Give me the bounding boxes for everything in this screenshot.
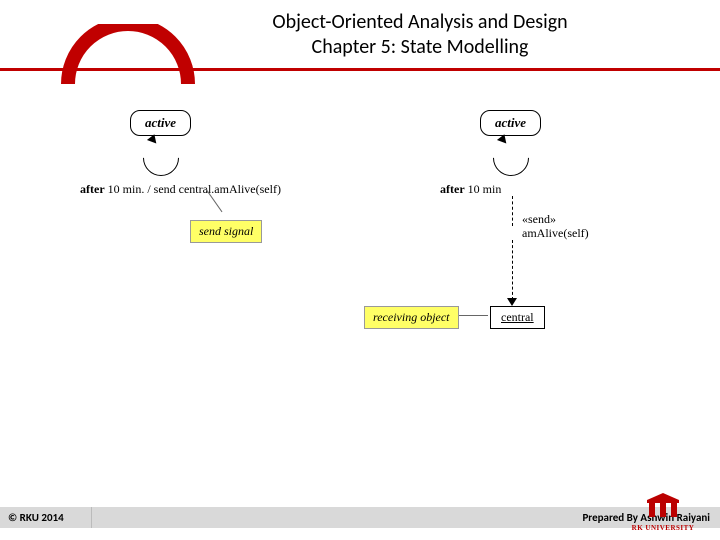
target-object: central — [490, 306, 545, 329]
transition-guard-right: after 10 min — [440, 182, 501, 197]
transition-rest: 10 min. / send central.amAlive(self) — [108, 182, 281, 196]
dashed-line-action — [512, 196, 513, 226]
arrowhead-target — [507, 298, 517, 306]
note-connector-right — [458, 315, 488, 316]
logo-text: RK UNIVERSITY — [618, 524, 708, 532]
action-call: amAlive(self) — [522, 226, 589, 241]
state-active-right: active — [480, 110, 541, 136]
footer: © RKU 2014 Prepared By Ashwin Raiyani — [0, 504, 720, 530]
self-transition-left — [136, 133, 187, 184]
state-active-left: active — [130, 110, 191, 136]
title-line-1: Object-Oriented Analysis and Design — [225, 10, 615, 35]
note-send-signal: send signal — [190, 220, 262, 243]
header-divider — [0, 68, 720, 71]
dashed-line-target — [512, 240, 513, 300]
building-icon — [645, 491, 681, 519]
after-keyword: after — [80, 182, 105, 196]
slide-title: Object-Oriented Analysis and Design Chap… — [225, 10, 615, 60]
title-line-2: Chapter 5: State Modelling — [225, 35, 615, 60]
transition-label-left: after 10 min. / send central.amAlive(sel… — [80, 182, 281, 197]
logo-arc — [58, 24, 198, 94]
diagram-area: active after 10 min. / send central.amAl… — [80, 110, 640, 430]
university-logo: RK UNIVERSITY — [618, 491, 708, 532]
self-transition-right — [486, 133, 537, 184]
action-stereotype: «send» — [522, 212, 556, 227]
header: Object-Oriented Analysis and Design Chap… — [0, 0, 720, 74]
note-receiving-object: receiving object — [364, 306, 459, 329]
footer-copyright: © RKU 2014 — [0, 507, 92, 528]
